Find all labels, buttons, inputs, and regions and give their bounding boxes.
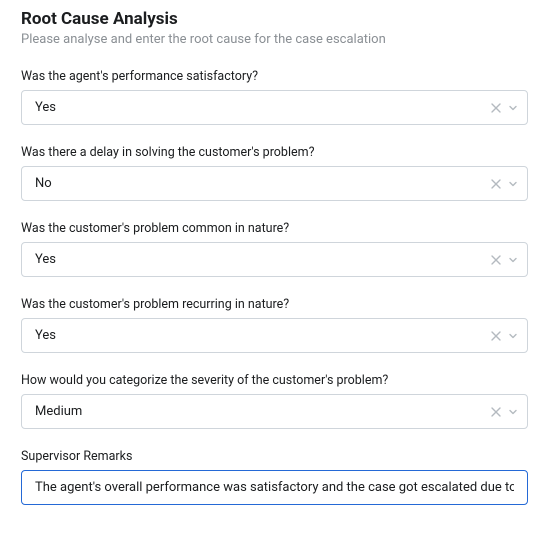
root-cause-form: Root Cause Analysis Please analyse and e…: [0, 0, 549, 505]
select-value: Yes: [35, 252, 56, 267]
select-value: Yes: [35, 328, 56, 343]
clear-icon[interactable]: [491, 179, 501, 189]
field-problem-common: Was the customer's problem common in nat…: [21, 221, 528, 277]
select-value: Medium: [35, 404, 82, 419]
field-label: Was the customer's problem common in nat…: [21, 221, 528, 236]
page-title: Root Cause Analysis: [21, 9, 528, 29]
field-problem-recurring: Was the customer's problem recurring in …: [21, 297, 528, 353]
select-value: Yes: [35, 100, 56, 115]
clear-icon[interactable]: [491, 331, 501, 341]
field-label: Was the agent's performance satisfactory…: [21, 69, 528, 84]
field-severity: How would you categorize the severity of…: [21, 373, 528, 429]
field-supervisor-remarks: Supervisor Remarks: [21, 449, 528, 505]
chevron-down-icon[interactable]: [507, 178, 519, 190]
supervisor-remarks-input[interactable]: [21, 470, 528, 505]
chevron-down-icon[interactable]: [507, 330, 519, 342]
select-problem-common[interactable]: Yes: [21, 242, 528, 277]
page-subtitle: Please analyse and enter the root cause …: [21, 32, 528, 47]
clear-icon[interactable]: [491, 255, 501, 265]
select-delay-solving[interactable]: No: [21, 166, 528, 201]
field-label: How would you categorize the severity of…: [21, 373, 528, 388]
field-label: Was the customer's problem recurring in …: [21, 297, 528, 312]
field-agent-performance: Was the agent's performance satisfactory…: [21, 69, 528, 125]
select-agent-performance[interactable]: Yes: [21, 90, 528, 125]
clear-icon[interactable]: [491, 103, 501, 113]
chevron-down-icon[interactable]: [507, 406, 519, 418]
select-problem-recurring[interactable]: Yes: [21, 318, 528, 353]
chevron-down-icon[interactable]: [507, 102, 519, 114]
field-label: Was there a delay in solving the custome…: [21, 145, 528, 160]
select-severity[interactable]: Medium: [21, 394, 528, 429]
field-label: Supervisor Remarks: [21, 449, 528, 464]
select-value: No: [35, 176, 52, 191]
chevron-down-icon[interactable]: [507, 254, 519, 266]
field-delay-solving: Was there a delay in solving the custome…: [21, 145, 528, 201]
clear-icon[interactable]: [491, 407, 501, 417]
